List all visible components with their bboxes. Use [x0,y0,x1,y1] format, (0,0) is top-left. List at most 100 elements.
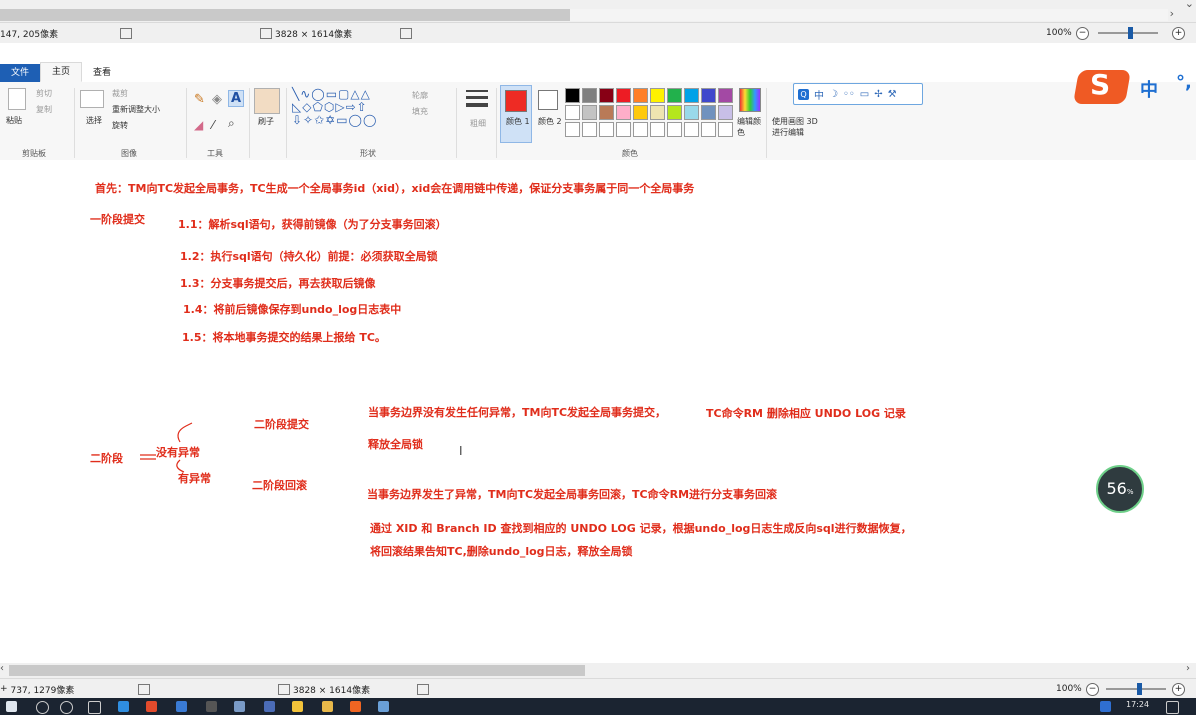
edit-colors-icon[interactable] [739,88,761,112]
tab-file[interactable]: 文件 [0,64,41,82]
scroll-thumb[interactable] [0,9,570,21]
paste-button[interactable]: 粘贴 [6,115,22,126]
palette-swatch-empty[interactable] [701,122,716,137]
app-icon[interactable] [264,701,275,712]
size-button[interactable]: 粗细 [470,118,486,129]
edge-icon[interactable] [118,701,129,712]
wrench-icon[interactable]: ⚒ [888,89,897,100]
task-view-icon[interactable] [88,701,101,714]
palette-swatch[interactable] [599,88,614,103]
palette-swatch[interactable] [718,105,733,120]
palette-swatch[interactable] [701,88,716,103]
app-icon[interactable] [350,701,361,712]
zoom-slider-thumb[interactable] [1137,683,1142,695]
paint3d-button[interactable]: 使用画图 3D 进行编辑 [772,116,828,138]
zoom-out-button[interactable]: − [1086,683,1099,696]
crop-button[interactable]: 裁剪 [112,88,128,99]
brush-button[interactable]: 刷子 [258,116,274,127]
palette-swatch-empty[interactable] [667,122,682,137]
select-icon[interactable] [80,90,104,108]
folder-icon[interactable] [292,701,303,712]
terminal-icon[interactable] [206,701,217,712]
bottom-horizontal-scrollbar[interactable]: ‹ › [0,663,1196,678]
keyboard-icon[interactable]: ▭ [860,89,869,100]
paint-icon[interactable] [378,701,389,712]
palette-swatch[interactable] [650,88,665,103]
palette-swatch[interactable] [667,105,682,120]
cut-button[interactable]: 剪切 [36,88,52,99]
zoom-in-button[interactable]: + [1172,683,1185,696]
palette-swatch[interactable] [633,88,648,103]
palette-swatch-empty[interactable] [565,122,580,137]
moon-icon[interactable]: ☽ [829,89,838,100]
scroll-thumb[interactable] [9,665,585,676]
chevron-down-icon[interactable]: ⌄ [1185,0,1194,10]
app-icon[interactable] [176,701,187,712]
eraser-icon[interactable]: ◢ [194,118,203,132]
ime-logo-icon[interactable]: Q [798,88,809,100]
copy-button[interactable]: 复制 [36,104,52,115]
paste-icon[interactable] [8,88,26,110]
fill-icon[interactable]: ◈ [212,92,222,107]
app-icon[interactable] [322,701,333,712]
chevron-left-icon[interactable]: ‹ [0,663,4,674]
palette-swatch-empty[interactable] [633,122,648,137]
palette-swatch[interactable] [718,88,733,103]
magnifier-icon[interactable]: ⌕ [228,116,235,131]
palette-swatch[interactable] [565,88,580,103]
ime-toolbar[interactable]: Q 中 ☽ ◦◦ ▭ ✢ ⚒ [793,83,923,105]
chevron-right-icon[interactable]: › [1186,663,1190,674]
cortana-icon[interactable] [60,701,73,714]
palette-swatch[interactable] [616,105,631,120]
palette-swatch[interactable] [667,88,682,103]
ime-punct-indicator[interactable]: °, [1176,72,1192,93]
palette-swatch[interactable] [599,105,614,120]
edit-colors-button[interactable]: 编辑颜色 [737,116,763,138]
palette-swatch[interactable] [582,88,597,103]
text-tool-icon[interactable]: A [228,90,245,107]
start-icon[interactable] [6,701,17,712]
pencil-icon[interactable]: ✎ [194,92,205,107]
palette-swatch-empty[interactable] [582,122,597,137]
tab-home[interactable]: 主页 [40,62,83,82]
ime-tray-icon[interactable] [1100,701,1111,712]
palette-swatch[interactable] [582,105,597,120]
punctuation-icon[interactable]: ◦◦ [843,89,855,100]
app-icon[interactable] [234,701,245,712]
select-button[interactable]: 选择 [86,115,102,126]
fill-dropdown[interactable]: 填充 [412,106,428,117]
zoom-slider-thumb[interactable] [1128,27,1133,39]
chevron-right-icon[interactable]: › [1170,7,1174,20]
palette-swatch[interactable] [701,105,716,120]
notification-icon[interactable] [1166,701,1179,714]
palette-swatch[interactable] [684,105,699,120]
color2-swatch[interactable] [538,90,558,110]
shapes-gallery[interactable]: ╲∿◯▭▢△△ ◺◇⬠⬡▷⇨⇧ ⇩✧✩✡▭◯◯ [292,88,377,127]
palette-swatch-empty[interactable] [599,122,614,137]
color-picker-icon[interactable]: ⁄ [212,118,214,132]
palette-swatch-empty[interactable] [616,122,631,137]
rotate-button[interactable]: 旋转 [112,120,128,131]
palette-swatch-empty[interactable] [718,122,733,137]
ime-chinese-indicator[interactable]: 中 [1140,76,1158,102]
clock[interactable]: 17:24 [1126,700,1149,709]
outline-dropdown[interactable]: 轮廓 [412,90,428,101]
palette-swatch-empty[interactable] [650,122,665,137]
search-icon[interactable] [36,701,49,714]
ime-mode-toggle[interactable]: 中 [814,87,824,102]
sogou-ime-status[interactable]: S 中 °, [1073,68,1196,108]
tools-icon[interactable]: ✢ [874,89,882,100]
performance-badge[interactable]: 56% [1096,465,1144,513]
chrome-icon[interactable] [146,701,157,712]
resize-button[interactable]: 重新调整大小 [112,104,160,115]
zoom-slider[interactable] [1106,688,1166,690]
palette-swatch-empty[interactable] [684,122,699,137]
palette-swatch[interactable] [684,88,699,103]
tab-view[interactable]: 查看 [82,64,122,82]
top-horizontal-scrollbar[interactable]: ⌄ › [0,0,1196,22]
palette-swatch[interactable] [616,88,631,103]
zoom-in-button[interactable]: + [1172,27,1185,40]
palette-swatch[interactable] [565,105,580,120]
brush-icon[interactable] [254,88,280,114]
zoom-out-button[interactable]: − [1076,27,1089,40]
